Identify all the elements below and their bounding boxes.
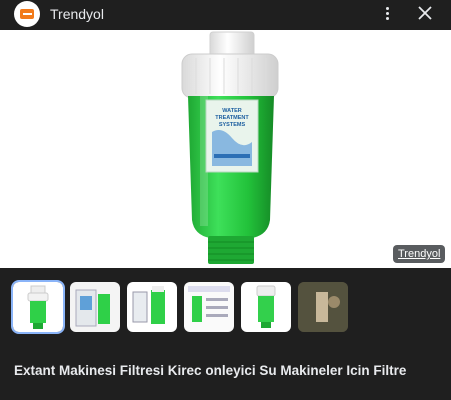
- svg-text:WATER: WATER: [222, 108, 241, 114]
- product-title[interactable]: Extant Makinesi Filtresi Kirec onleyici …: [14, 362, 434, 380]
- thumb-5[interactable]: [241, 282, 291, 332]
- close-icon[interactable]: [414, 2, 436, 24]
- thumb-1[interactable]: [11, 280, 65, 334]
- thumb-6[interactable]: [298, 282, 348, 332]
- more-vert-icon[interactable]: [376, 2, 398, 24]
- trendyol-logo-icon[interactable]: [14, 1, 40, 27]
- site-name[interactable]: Trendyol: [50, 6, 104, 22]
- top-bar: Trendyol: [0, 0, 451, 30]
- thumb-2[interactable]: [70, 282, 120, 332]
- svg-text:SYSTEMS: SYSTEMS: [219, 122, 246, 128]
- svg-text:TREATMENT: TREATMENT: [215, 115, 249, 121]
- thumb-4[interactable]: [184, 282, 234, 332]
- source-badge[interactable]: Trendyol: [393, 245, 446, 263]
- thumb-3[interactable]: [127, 282, 177, 332]
- product-image[interactable]: WATER TREATMENT SYSTEMS: [0, 30, 451, 268]
